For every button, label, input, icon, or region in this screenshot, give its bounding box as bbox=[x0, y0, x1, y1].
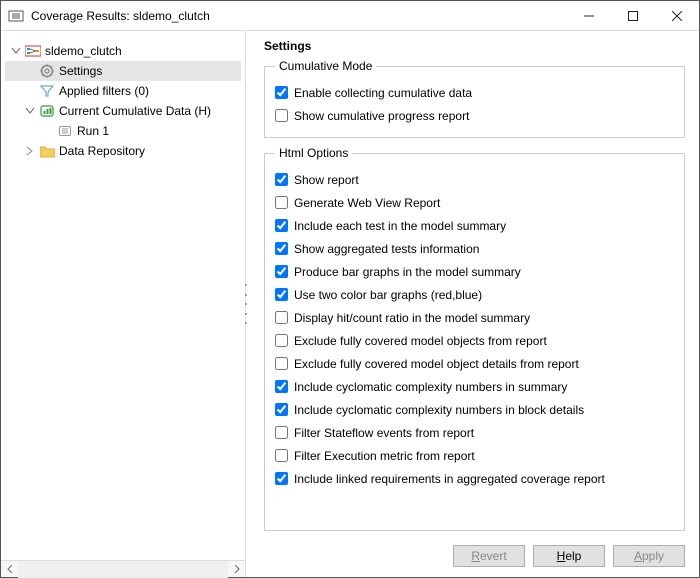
scroll-right-icon[interactable] bbox=[228, 561, 245, 578]
html-option-label: Generate Web View Report bbox=[294, 196, 440, 210]
gear-icon bbox=[39, 63, 55, 79]
tree-label: sldemo_clutch bbox=[45, 44, 122, 58]
group-legend: Cumulative Mode bbox=[275, 59, 376, 73]
html-option-option: Display hit/count ratio in the model sum… bbox=[275, 306, 674, 329]
html-option-option: Include linked requirements in aggregate… bbox=[275, 467, 674, 490]
tree-item-data-repository[interactable]: Data Repository bbox=[5, 141, 241, 161]
html-option-option: Generate Web View Report bbox=[275, 191, 674, 214]
tree[interactable]: sldemo_clutch Se bbox=[1, 41, 245, 560]
cumulative-option: Show cumulative progress report bbox=[275, 104, 674, 127]
html-option-label: Use two color bar graphs (red,blue) bbox=[294, 288, 482, 302]
page-title: Settings bbox=[264, 39, 685, 53]
html-option-checkbox[interactable] bbox=[275, 380, 288, 393]
html-option-option: Include cyclomatic complexity numbers in… bbox=[275, 375, 674, 398]
html-option-label: Exclude fully covered model objects from… bbox=[294, 334, 547, 348]
html-option-checkbox[interactable] bbox=[275, 472, 288, 485]
tree-item-settings[interactable]: Settings bbox=[5, 61, 241, 81]
html-option-label: Show aggregated tests information bbox=[294, 242, 479, 256]
filter-icon bbox=[39, 83, 55, 99]
run-icon bbox=[57, 123, 73, 139]
html-option-checkbox[interactable] bbox=[275, 357, 288, 370]
html-option-checkbox[interactable] bbox=[275, 219, 288, 232]
html-option-option: Include each test in the model summary bbox=[275, 214, 674, 237]
html-option-label: Filter Stateflow events from report bbox=[294, 426, 474, 440]
group-legend: Html Options bbox=[275, 146, 352, 160]
tree-label: Applied filters (0) bbox=[59, 84, 149, 98]
window-title: Coverage Results: sldemo_clutch bbox=[31, 9, 567, 23]
tree-item-root[interactable]: sldemo_clutch bbox=[5, 41, 241, 61]
html-option-checkbox[interactable] bbox=[275, 403, 288, 416]
tree-label: Run 1 bbox=[77, 124, 109, 138]
tree-item-applied-filters[interactable]: Applied filters (0) bbox=[5, 81, 241, 101]
html-option-option: Include cyclomatic complexity numbers in… bbox=[275, 398, 674, 421]
html-option-checkbox[interactable] bbox=[275, 334, 288, 347]
close-button[interactable] bbox=[655, 1, 699, 31]
scroll-left-icon[interactable] bbox=[1, 561, 18, 578]
cumulative-checkbox[interactable] bbox=[275, 86, 288, 99]
html-option-option: Use two color bar graphs (red,blue) bbox=[275, 283, 674, 306]
html-option-option: Exclude fully covered model object detai… bbox=[275, 352, 674, 375]
html-option-label: Include cyclomatic complexity numbers in… bbox=[294, 403, 584, 417]
html-option-checkbox[interactable] bbox=[275, 311, 288, 324]
settings-pane: Settings Cumulative Mode Enable collecti… bbox=[246, 31, 699, 577]
html-option-label: Display hit/count ratio in the model sum… bbox=[294, 311, 530, 325]
html-option-option: Show aggregated tests information bbox=[275, 237, 674, 260]
cumulative-label: Enable collecting cumulative data bbox=[294, 86, 472, 100]
expander-icon[interactable] bbox=[23, 144, 37, 158]
html-option-option: Show report bbox=[275, 168, 674, 191]
tree-item-run1[interactable]: Run 1 bbox=[5, 121, 241, 141]
folder-icon bbox=[39, 143, 55, 159]
tree-label: Settings bbox=[59, 64, 102, 78]
html-option-checkbox[interactable] bbox=[275, 449, 288, 462]
html-option-label: Exclude fully covered model object detai… bbox=[294, 357, 579, 371]
html-option-checkbox[interactable] bbox=[275, 242, 288, 255]
html-options-group: Html Options Show report Generate Web Vie… bbox=[264, 146, 685, 531]
html-option-option: Exclude fully covered model objects from… bbox=[275, 329, 674, 352]
data-icon bbox=[39, 103, 55, 119]
minimize-button[interactable] bbox=[567, 1, 611, 31]
cumulative-mode-group: Cumulative Mode Enable collecting cumula… bbox=[264, 59, 685, 138]
html-option-label: Filter Execution metric from report bbox=[294, 449, 475, 463]
apply-button[interactable]: Apply bbox=[613, 545, 685, 567]
scroll-track[interactable] bbox=[18, 561, 228, 578]
btn-rest: evert bbox=[480, 549, 507, 563]
html-option-checkbox[interactable] bbox=[275, 196, 288, 209]
tree-item-current-cumulative[interactable]: Current Cumulative Data (H) bbox=[5, 101, 241, 121]
html-option-label: Include each test in the model summary bbox=[294, 219, 506, 233]
mnemonic: A bbox=[634, 549, 642, 563]
tree-pane: sldemo_clutch Se bbox=[1, 31, 246, 577]
expander-icon[interactable] bbox=[23, 104, 37, 118]
btn-rest: elp bbox=[565, 549, 581, 563]
model-icon bbox=[25, 43, 41, 59]
html-option-label: Include linked requirements in aggregate… bbox=[294, 472, 605, 486]
html-option-checkbox[interactable] bbox=[275, 173, 288, 186]
btn-rest: pply bbox=[642, 549, 664, 563]
expander-icon[interactable] bbox=[9, 44, 23, 58]
button-row: Revert Help Apply bbox=[264, 539, 685, 567]
html-option-label: Include cyclomatic complexity numbers in… bbox=[294, 380, 567, 394]
html-option-label: Show report bbox=[294, 173, 359, 187]
app-icon bbox=[7, 7, 25, 25]
splitter-handle[interactable] bbox=[242, 284, 249, 324]
tree-label: Current Cumulative Data (H) bbox=[59, 104, 211, 118]
cumulative-checkbox[interactable] bbox=[275, 109, 288, 122]
html-option-checkbox[interactable] bbox=[275, 265, 288, 278]
tree-label: Data Repository bbox=[59, 144, 145, 158]
html-option-label: Produce bar graphs in the model summary bbox=[294, 265, 521, 279]
html-option-option: Filter Stateflow events from report bbox=[275, 421, 674, 444]
horizontal-scrollbar[interactable] bbox=[1, 560, 245, 577]
html-option-checkbox[interactable] bbox=[275, 288, 288, 301]
maximize-button[interactable] bbox=[611, 1, 655, 31]
html-option-checkbox[interactable] bbox=[275, 426, 288, 439]
html-option-option: Filter Execution metric from report bbox=[275, 444, 674, 467]
mnemonic: R bbox=[471, 549, 480, 563]
titlebar: Coverage Results: sldemo_clutch bbox=[1, 1, 699, 31]
cumulative-label: Show cumulative progress report bbox=[294, 109, 469, 123]
help-button[interactable]: Help bbox=[533, 545, 605, 567]
revert-button[interactable]: Revert bbox=[453, 545, 525, 567]
cumulative-option: Enable collecting cumulative data bbox=[275, 81, 674, 104]
html-option-option: Produce bar graphs in the model summary bbox=[275, 260, 674, 283]
